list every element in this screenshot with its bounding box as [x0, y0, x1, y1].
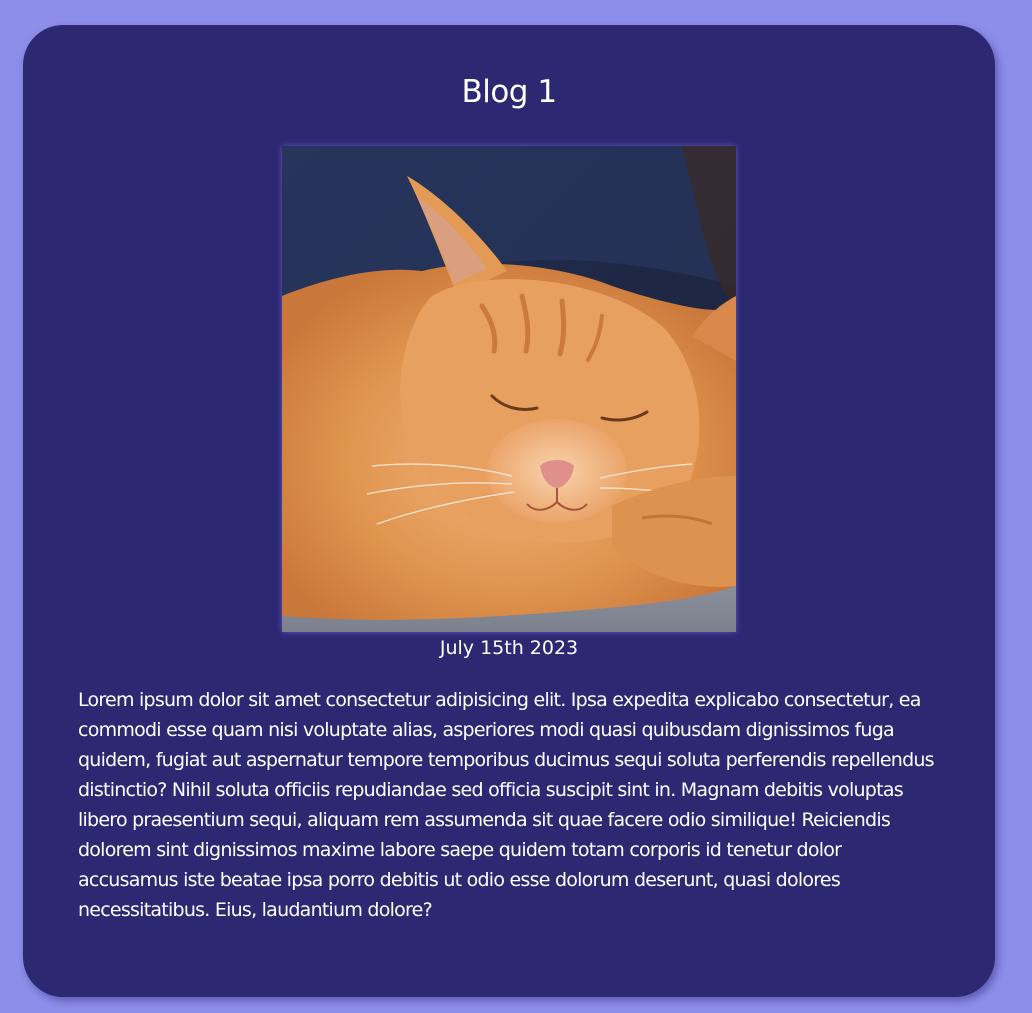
- blog-title: Blog 1: [461, 74, 557, 110]
- blog-card: Blog 1 July 15th 2023 Lorem ipsum dolor …: [23, 25, 995, 997]
- blog-image: [282, 146, 736, 632]
- blog-date: July 15th 2023: [439, 637, 579, 659]
- blog-body: Lorem ipsum dolor sit amet consectetur a…: [78, 689, 935, 921]
- cat-photo: [282, 146, 736, 632]
